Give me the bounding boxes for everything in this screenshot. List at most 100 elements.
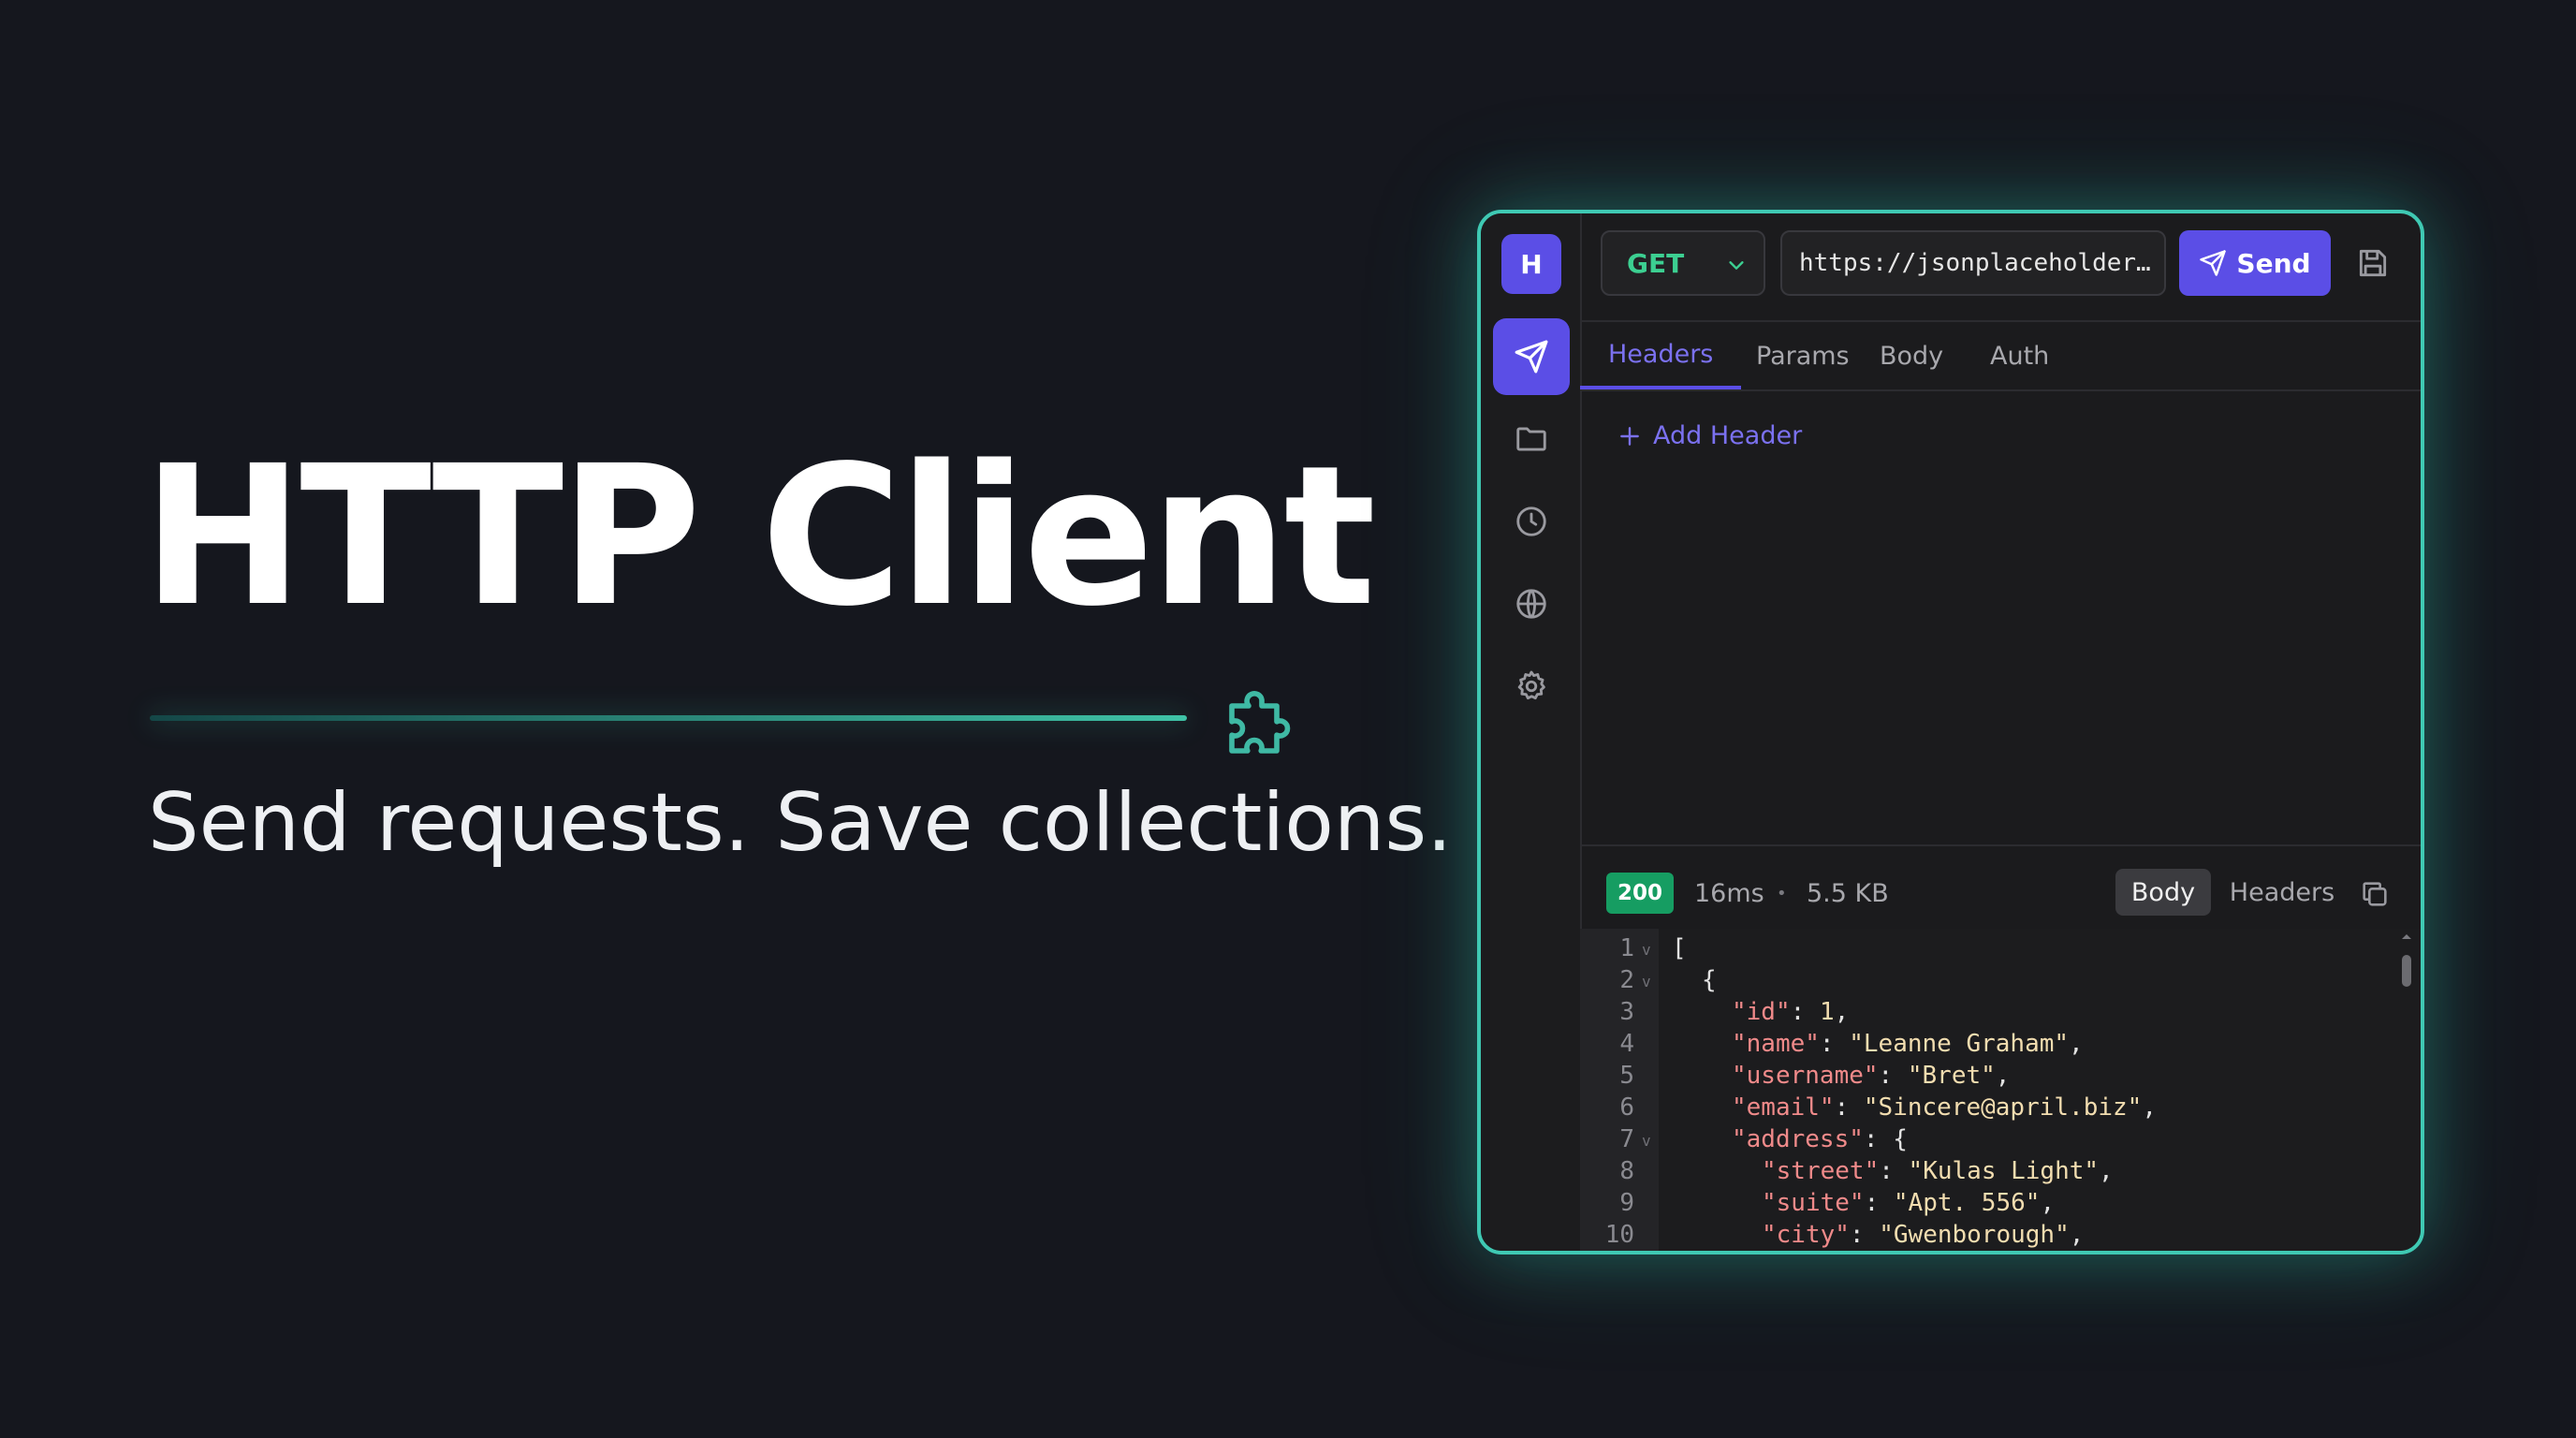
response-tab-body[interactable]: Body xyxy=(2115,869,2211,916)
gear-icon xyxy=(1517,670,1545,700)
json-key: "name" xyxy=(1732,1030,1820,1058)
sidebar-item-settings[interactable] xyxy=(1493,648,1570,725)
json-key: "city" xyxy=(1762,1221,1850,1249)
code-text: "city": "Gwenborough", xyxy=(1762,1219,2084,1251)
tab-auth[interactable]: Auth xyxy=(1962,322,2077,389)
line-number: 2 xyxy=(1619,966,1634,994)
add-header-button[interactable]: Add Header xyxy=(1617,421,1802,450)
code-line: 10 "city": "Gwenborough", xyxy=(1580,1219,2421,1251)
json-string: "Sincere@april.biz" xyxy=(1863,1093,2143,1122)
method-value: GET xyxy=(1627,247,1685,279)
send-icon xyxy=(1515,340,1548,374)
method-select[interactable]: GET xyxy=(1601,230,1765,296)
line-number: 4 xyxy=(1619,1030,1634,1058)
url-input[interactable]: https://jsonplaceholder… xyxy=(1780,230,2166,296)
json-punct: : { xyxy=(1863,1125,1908,1153)
json-punct: : xyxy=(1879,1157,1909,1185)
line-number: 7 xyxy=(1619,1125,1634,1153)
json-string: "Gwenborough" xyxy=(1879,1221,2070,1249)
json-punct: : xyxy=(1790,998,1820,1026)
json-key: "address" xyxy=(1732,1125,1864,1153)
response-time: 16ms xyxy=(1694,878,1764,908)
code-line: 5 "username": "Bret", xyxy=(1580,1060,2421,1092)
code-line: 2 v { xyxy=(1580,964,2421,996)
json-punct: , xyxy=(1995,1062,2011,1090)
response-size: 5.5 KB xyxy=(1807,878,1889,908)
line-number: 1 xyxy=(1619,934,1634,962)
code-text: { xyxy=(1702,964,1717,996)
tab-body[interactable]: Body xyxy=(1852,322,1971,389)
puzzle-icon xyxy=(1217,676,1307,766)
request-tabs: Headers Params Body Auth xyxy=(1580,322,2421,391)
json-punct: [ xyxy=(1672,934,1687,962)
folder-icon xyxy=(1516,427,1546,451)
send-button[interactable]: Send xyxy=(2179,230,2331,296)
json-key: "suite" xyxy=(1762,1189,1865,1217)
send-icon xyxy=(2200,250,2227,276)
code-text: "name": "Leanne Graham", xyxy=(1732,1028,2084,1060)
code-text: "email": "Sincere@april.biz", xyxy=(1732,1092,2157,1123)
response-body-viewer[interactable]: 1 v[2 v{3 "id": 1, 4 "name": "Leanne Graham",… xyxy=(1580,929,2421,1251)
json-punct: : xyxy=(1849,1221,1880,1249)
code-line: 9 "suite": "Apt. 556", xyxy=(1580,1187,2421,1219)
tab-headers[interactable]: Headers xyxy=(1580,322,1742,389)
json-number: 1 xyxy=(1819,998,1835,1026)
save-icon[interactable] xyxy=(2355,245,2391,281)
meta-separator: • xyxy=(1777,883,1787,903)
json-string: "Bret" xyxy=(1907,1062,1996,1090)
fold-chevron-icon[interactable]: v xyxy=(1642,1125,1651,1157)
code-line: 4 "name": "Leanne Graham", xyxy=(1580,1028,2421,1060)
response-tab-headers[interactable]: Headers xyxy=(2222,869,2342,916)
hero-divider xyxy=(150,715,1187,721)
sidebar-item-collections[interactable] xyxy=(1493,401,1570,477)
code-line: 3 "id": 1, xyxy=(1580,996,2421,1028)
chevron-down-icon xyxy=(1729,261,1744,270)
code-text: "suite": "Apt. 556", xyxy=(1762,1187,2055,1219)
json-punct: , xyxy=(1834,998,1850,1026)
json-punct: : xyxy=(1878,1062,1908,1090)
http-client-window: H GET https://jsonplaceholder… Send Head… xyxy=(1477,210,2424,1255)
json-string: "Apt. 556" xyxy=(1893,1189,2041,1217)
hero-title: HTTP Client xyxy=(142,424,1376,649)
code-text: [ xyxy=(1672,932,1687,964)
code-line: 6 "email": "Sincere@april.biz", xyxy=(1580,1092,2421,1123)
sidebar-item-history[interactable] xyxy=(1493,483,1570,560)
line-number: 8 xyxy=(1619,1157,1634,1185)
code-line: 8 "street": "Kulas Light", xyxy=(1580,1155,2421,1187)
json-string: "Leanne Graham" xyxy=(1849,1030,2070,1058)
code-text: "username": "Bret", xyxy=(1732,1060,2010,1092)
json-punct: , xyxy=(2069,1030,2084,1058)
line-number: 9 xyxy=(1619,1189,1634,1217)
json-string: "Kulas Light" xyxy=(1908,1157,2100,1185)
json-punct: { xyxy=(1702,966,1717,994)
json-punct: , xyxy=(2099,1157,2114,1185)
request-toolbar: GET https://jsonplaceholder… Send xyxy=(1580,213,2421,322)
line-number: 6 xyxy=(1619,1093,1634,1122)
json-punct: , xyxy=(2040,1189,2056,1217)
hero-subtitle: Send requests. Save collections. xyxy=(148,776,1453,870)
plus-icon xyxy=(1620,426,1639,446)
sidebar-item-environments[interactable] xyxy=(1493,565,1570,642)
code-text: "address": { xyxy=(1732,1123,1908,1155)
line-number: 3 xyxy=(1619,998,1634,1026)
json-punct: : xyxy=(1819,1030,1850,1058)
line-number: 10 xyxy=(1604,1221,1634,1249)
copy-icon[interactable] xyxy=(2359,878,2391,910)
json-key: "street" xyxy=(1762,1157,1880,1185)
fold-chevron-icon[interactable]: v xyxy=(1642,966,1651,998)
code-line: 1 v [ xyxy=(1580,932,2421,964)
sidebar: H xyxy=(1481,213,1582,1251)
line-number: 5 xyxy=(1619,1062,1634,1090)
json-punct: : xyxy=(1834,1093,1864,1122)
json-key: "username" xyxy=(1732,1062,1879,1090)
code-text: "id": 1, xyxy=(1732,996,1849,1028)
clock-icon xyxy=(1516,506,1546,536)
sidebar-item-requests[interactable] xyxy=(1493,318,1570,395)
json-punct: : xyxy=(1864,1189,1894,1217)
globe-icon xyxy=(1516,589,1546,619)
fold-chevron-icon[interactable]: v xyxy=(1642,934,1651,966)
json-punct: , xyxy=(2069,1221,2085,1249)
app-logo: H xyxy=(1501,234,1561,294)
code-text: "street": "Kulas Light", xyxy=(1762,1155,2114,1187)
response-status-bar: 200 16ms • 5.5 KB Body Headers xyxy=(1580,859,2421,929)
